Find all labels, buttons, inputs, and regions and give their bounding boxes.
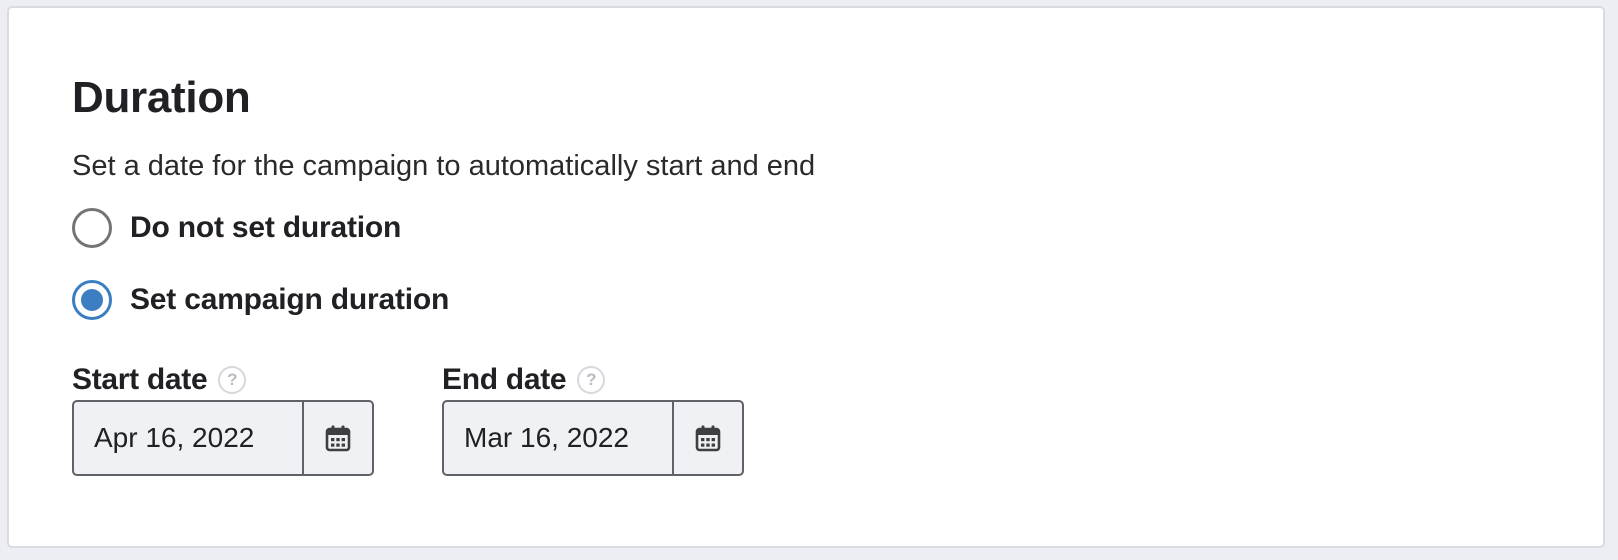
start-date-label: Start date <box>72 363 208 396</box>
radio-label: Set campaign duration <box>130 283 450 316</box>
end-date-input[interactable]: Mar 16, 2022 <box>442 400 674 476</box>
end-date-label-row: End date ? <box>442 360 606 400</box>
start-date-field: Start date ? Apr 16, 2022 <box>72 360 374 476</box>
end-date-field: End date ? Mar 16, 2022 <box>442 360 744 476</box>
radio-unchecked-icon[interactable] <box>72 208 112 248</box>
radio-label: Do not set duration <box>130 211 402 244</box>
end-date-label: End date <box>442 363 567 396</box>
help-icon[interactable]: ? <box>577 366 606 394</box>
end-date-calendar-button[interactable] <box>672 400 744 476</box>
radio-do-not-set-duration[interactable]: Do not set duration <box>72 208 401 248</box>
start-date-calendar-button[interactable] <box>302 400 374 476</box>
start-date-input[interactable]: Apr 16, 2022 <box>72 400 304 476</box>
section-description: Set a date for the campaign to automatic… <box>72 150 816 182</box>
radio-checked-icon[interactable] <box>72 280 112 320</box>
calendar-icon <box>695 425 721 452</box>
radio-set-campaign-duration[interactable]: Set campaign duration <box>72 280 449 320</box>
section-title: Duration <box>72 73 251 122</box>
duration-card: Duration Set a date for the campaign to … <box>7 6 1605 548</box>
help-icon[interactable]: ? <box>218 366 247 394</box>
end-date-picker: Mar 16, 2022 <box>442 400 744 476</box>
start-date-label-row: Start date ? <box>72 360 247 400</box>
radio-dot <box>81 289 103 311</box>
calendar-icon <box>325 425 351 452</box>
start-date-picker: Apr 16, 2022 <box>72 400 374 476</box>
